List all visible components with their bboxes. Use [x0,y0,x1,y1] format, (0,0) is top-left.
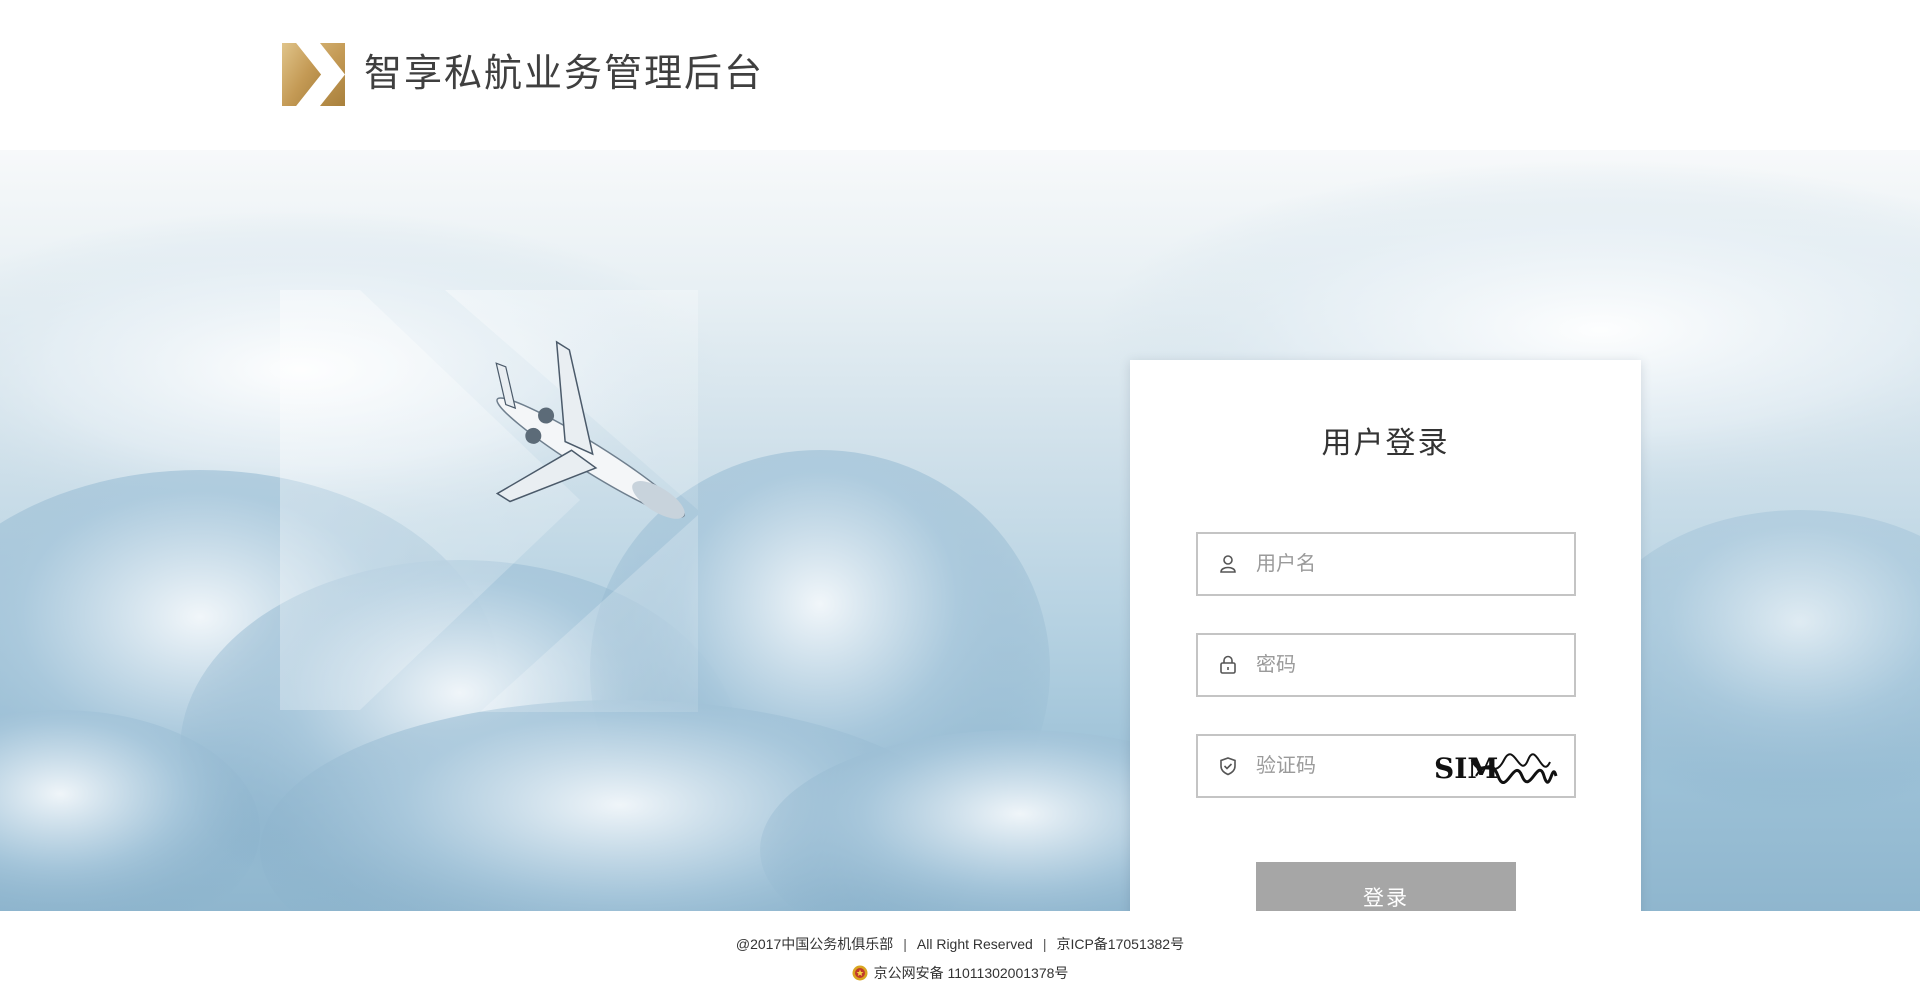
footer-police-line: 京公网安备 11011302001378号 [0,963,1920,983]
copyright-text: @2017中国公务机俱乐部 [735,936,894,952]
brand-logo [282,43,345,106]
user-icon [1220,555,1236,573]
username-field[interactable] [1196,532,1576,596]
captcha-input[interactable] [1256,736,1436,796]
header: 智享私航业务管理后台 [0,0,1920,150]
username-input[interactable] [1256,534,1496,594]
rights-text: All Right Reserved [916,936,1033,952]
police-badge-icon [852,965,868,981]
hero-background: 用户登录 SIM [0,150,1920,911]
icp-link[interactable]: 京ICP备17051382号 [1056,936,1184,952]
app-title: 智享私航业务管理后台 [364,53,765,95]
captcha-field[interactable]: SIM [1196,734,1576,798]
captcha-image[interactable]: SIM [1432,750,1558,784]
login-title: 用户登录 [1321,427,1450,460]
shield-icon [1220,757,1236,776]
lock-icon [1220,655,1236,674]
police-record-link[interactable]: 京公网安备 11011302001378号 [874,965,1069,981]
login-card: 用户登录 SIM [1130,360,1641,911]
login-button[interactable]: 登录 [1256,862,1516,911]
footer: @2017中国公务机俱乐部 | All Right Reserved | 京ICP备17… [0,911,1920,999]
password-field[interactable] [1196,633,1576,697]
footer-copyright-line: @2017中国公务机俱乐部 | All Right Reserved | 京ICP备17… [735,936,1185,952]
password-input[interactable] [1256,635,1496,695]
